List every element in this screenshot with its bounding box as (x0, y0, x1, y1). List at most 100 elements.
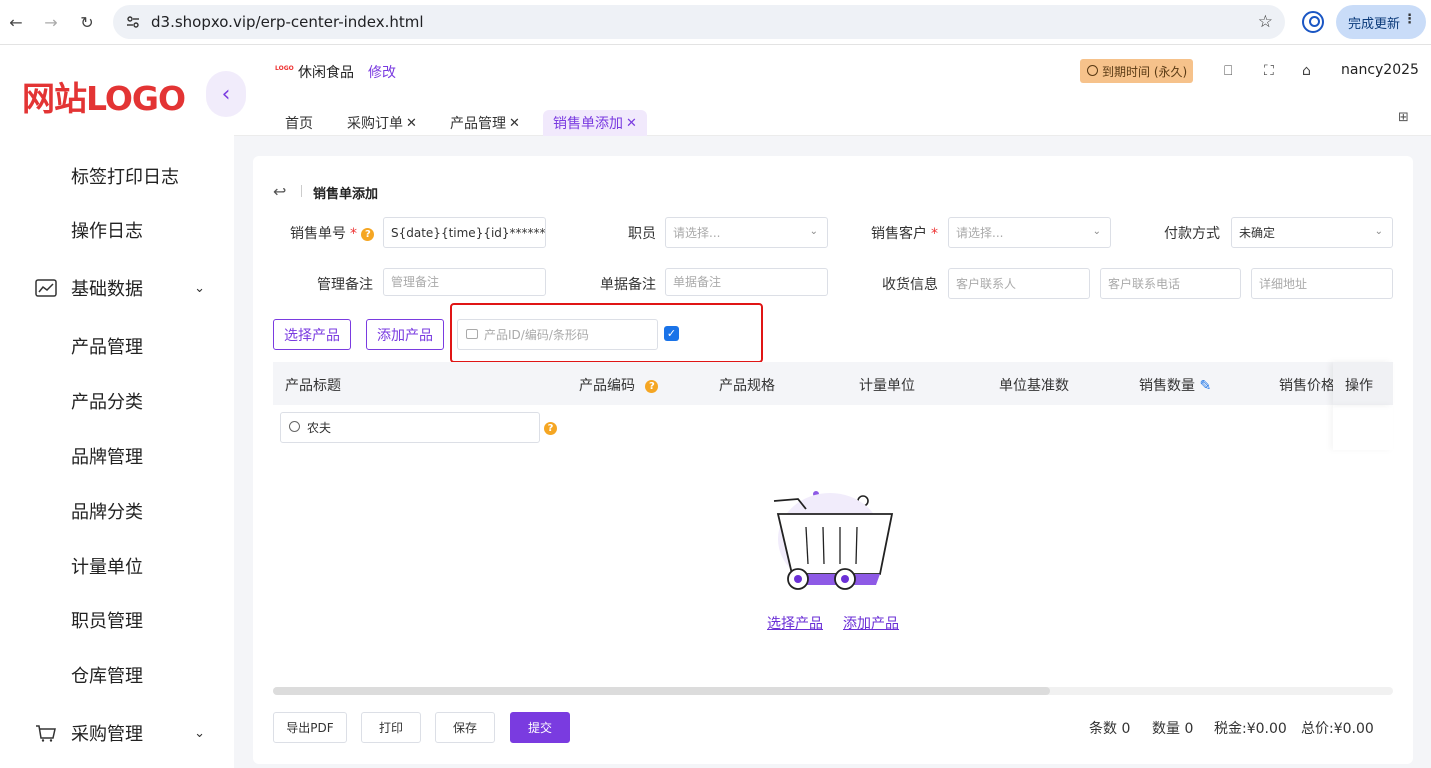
placeholder: 产品ID/编码/条形码 (484, 328, 589, 342)
search-value: 农夫 (307, 421, 332, 435)
column-header: 销售价格 (1279, 378, 1333, 394)
submit-button[interactable]: 提交 (510, 712, 570, 743)
top-header: LOGO 休闲食品 修改 到期时间 (永久) ⎕ ⛶ ⌂ nancy2025 首… (234, 46, 1431, 136)
tab-label: 采购订单 (347, 116, 403, 132)
column-header: 产品规格 (719, 378, 775, 394)
admin-note-textarea[interactable]: 管理备注 (383, 268, 546, 296)
sales-order-form-card: ↩ 销售单添加 销售单号 * ? S{date}{time}{id}****** … (253, 156, 1413, 764)
phone-input[interactable]: 客户联系电话 (1100, 268, 1241, 299)
back-arrow-icon[interactable]: ← (5, 11, 27, 33)
translate-icon[interactable]: ⎕ (1224, 63, 1232, 79)
chevron-down-icon: ⌄ (809, 226, 818, 237)
clock-icon (1087, 65, 1098, 76)
address-input[interactable]: 详细地址 (1251, 268, 1393, 299)
empty-select-product-link[interactable]: 选择产品 (767, 613, 823, 633)
sidebar-item-brand-mgmt[interactable]: 品牌管理 (71, 443, 143, 469)
chevron-down-icon: ⌄ (194, 280, 205, 296)
product-search-input[interactable]: 农夫 (280, 412, 540, 443)
operation-column (1333, 405, 1393, 450)
username[interactable]: nancy2025 (1341, 62, 1419, 78)
shop-name: 休闲食品 (298, 65, 354, 81)
more-menu-icon[interactable]: ⋮ (1403, 12, 1416, 27)
sidebar: 网站LOGO 标签打印日志 操作日志 基础数据 ⌄ 产品管理 产品分类 品牌管理… (0, 46, 234, 768)
grid-menu-icon[interactable]: ⊞ (1398, 110, 1409, 125)
search-icon (289, 421, 300, 432)
help-icon[interactable]: ? (544, 422, 557, 435)
tab-product-mgmt[interactable]: 产品管理 ✕ (450, 110, 520, 136)
customer-select[interactable]: 请选择... ⌄ (948, 217, 1111, 248)
order-no-input[interactable]: S{date}{time}{id}****** (383, 217, 546, 248)
site-settings-icon[interactable] (125, 14, 141, 30)
sidebar-item-product-category[interactable]: 产品分类 (71, 388, 143, 414)
sidebar-item-operation-log[interactable]: 操作日志 (71, 217, 143, 243)
bookmark-star-icon[interactable]: ☆ (1258, 12, 1273, 32)
browser-toolbar: ← → ↻ d3.shopxo.vip/erp-center-index.htm… (0, 0, 1431, 45)
collapse-sidebar-button[interactable]: ‹ (206, 71, 246, 117)
edit-pencil-icon[interactable]: ✎ (1199, 378, 1211, 394)
qty-stat: 数量 0 (1152, 718, 1193, 738)
horizontal-scrollbar[interactable] (273, 687, 1393, 695)
sidebar-item-unit[interactable]: 计量单位 (71, 553, 143, 579)
column-header: 产品标题 (285, 378, 341, 394)
save-button[interactable]: 保存 (435, 712, 495, 743)
empty-cart-illustration (773, 491, 894, 590)
fullscreen-icon[interactable]: ⛶ (1264, 63, 1274, 79)
shop-logo: LOGO (275, 65, 294, 72)
payment-select[interactable]: 未确定 ⌄ (1231, 217, 1393, 248)
address-bar[interactable]: d3.shopxo.vip/erp-center-index.html ☆ (113, 5, 1285, 39)
column-header: 计量单位 (859, 378, 915, 394)
required-mark: * (350, 226, 357, 242)
url-text[interactable]: d3.shopxo.vip/erp-center-index.html (151, 13, 424, 31)
scrollbar-thumb[interactable] (273, 687, 1050, 695)
stat-value: 0 (1121, 721, 1131, 737)
divider (301, 185, 302, 197)
update-button[interactable]: 完成更新 ⋮ (1336, 5, 1426, 39)
sidebar-group-basic-data[interactable]: 基础数据 ⌄ (35, 275, 215, 301)
print-button[interactable]: 打印 (361, 712, 421, 743)
reload-icon[interactable]: ↻ (76, 11, 98, 33)
help-icon[interactable]: ? (645, 379, 659, 393)
help-icon[interactable]: ? (361, 227, 375, 241)
scan-checkbox[interactable]: ✓ (664, 326, 679, 341)
stat-label: 条数 (1089, 721, 1117, 737)
tab-home[interactable]: 首页 (285, 110, 313, 136)
close-icon[interactable]: ✕ (406, 116, 417, 131)
sidebar-item-staff[interactable]: 职员管理 (71, 607, 143, 633)
tab-sales-order-add[interactable]: 销售单添加 ✕ (543, 110, 647, 136)
doc-note-textarea[interactable]: 单据备注 (665, 268, 828, 296)
edit-shop-link[interactable]: 修改 (368, 62, 396, 82)
scan-input[interactable]: 产品ID/编码/条形码 (457, 319, 658, 350)
empty-add-product-link[interactable]: 添加产品 (843, 613, 899, 633)
close-icon[interactable]: ✕ (626, 116, 637, 131)
stat-label: 数量 (1152, 721, 1180, 737)
export-pdf-button[interactable]: 导出PDF (273, 712, 347, 743)
sidebar-item-warehouse[interactable]: 仓库管理 (71, 662, 143, 688)
select-product-button[interactable]: 选择产品 (273, 319, 351, 350)
close-icon[interactable]: ✕ (509, 116, 520, 131)
stat-value: ¥0.00 (1333, 721, 1374, 737)
staff-select[interactable]: 请选择... ⌄ (665, 217, 828, 248)
add-product-button[interactable]: 添加产品 (366, 319, 444, 350)
sidebar-item-label-print-log[interactable]: 标签打印日志 (71, 163, 179, 189)
customer-label: 销售客户 * (871, 223, 938, 243)
chevron-left-icon: ‹ (221, 81, 231, 107)
back-icon[interactable]: ↩ (273, 182, 286, 201)
doc-note-label: 单据备注 (600, 277, 656, 293)
chevron-down-icon: ⌄ (194, 725, 205, 741)
cart-icon (36, 725, 56, 742)
home-icon[interactable]: ⌂ (1302, 63, 1311, 79)
forward-arrow-icon[interactable]: → (40, 11, 62, 33)
required-mark: * (931, 226, 938, 242)
profile-icon[interactable] (1302, 11, 1324, 33)
contact-input[interactable]: 客户联系人 (948, 268, 1090, 299)
sidebar-group-purchase[interactable]: 采购管理 ⌄ (35, 720, 215, 746)
tax-stat: 税金:¥0.00 (1214, 718, 1287, 738)
chevron-down-icon: ⌄ (1092, 226, 1101, 237)
staff-label: 职员 (628, 226, 656, 242)
admin-note-label: 管理备注 (317, 277, 373, 293)
chevron-down-icon: ⌄ (1374, 226, 1383, 237)
sidebar-item-product-mgmt[interactable]: 产品管理 (71, 333, 143, 359)
chart-icon (35, 279, 57, 297)
tab-purchase-order[interactable]: 采购订单 ✕ (347, 110, 417, 136)
sidebar-item-brand-category[interactable]: 品牌分类 (71, 498, 143, 524)
